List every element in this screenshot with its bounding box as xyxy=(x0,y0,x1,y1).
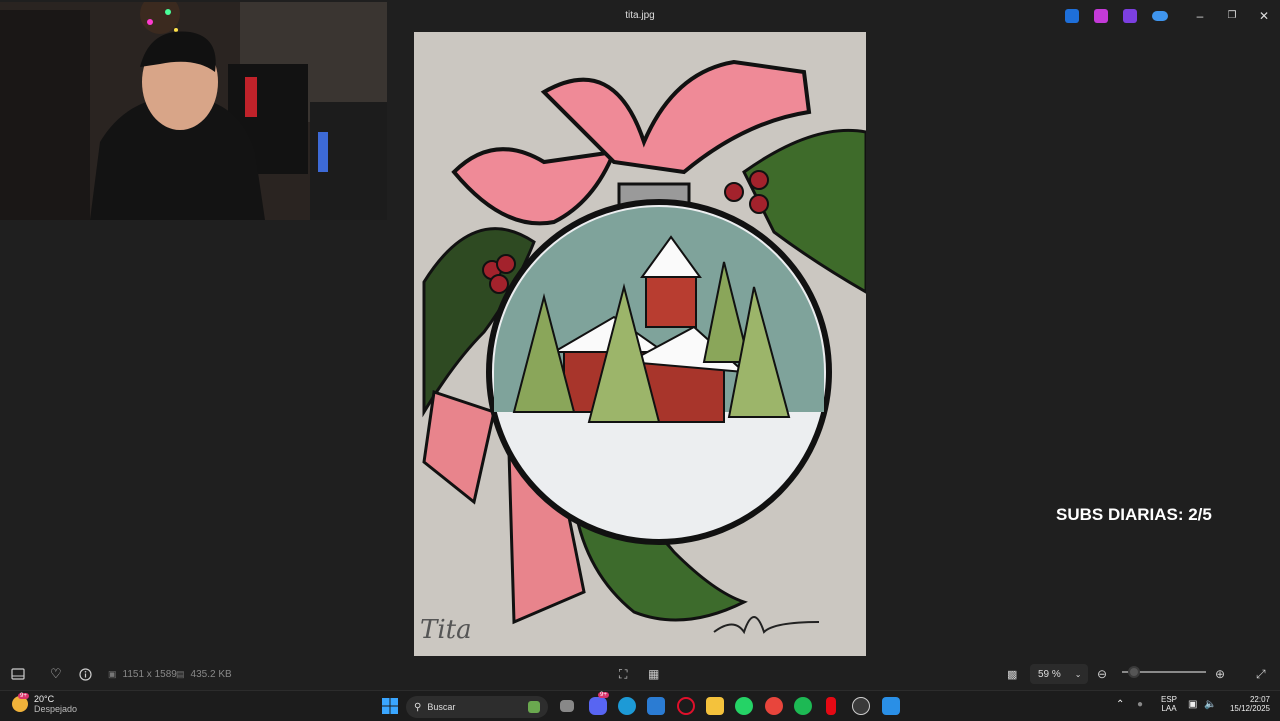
weather-condition: Despejado xyxy=(34,704,78,714)
edge-icon[interactable] xyxy=(618,697,636,715)
opera-icon[interactable] xyxy=(677,697,695,715)
snow-globe-illustration: Tita xyxy=(414,32,866,656)
netflix-icon[interactable] xyxy=(826,697,836,715)
webcam-scene xyxy=(0,2,387,220)
zoom-in-icon: ⊕ xyxy=(1215,667,1226,681)
fit-icon: ▩ xyxy=(1007,668,1018,681)
scan-icon: ▦ xyxy=(648,667,660,681)
search-highlight-icon xyxy=(528,701,540,713)
zoom-out-button[interactable]: ⊖ xyxy=(1097,666,1107,682)
dimensions-icon: ▣ xyxy=(108,668,117,679)
keyboard-layout: LAA xyxy=(1161,704,1177,713)
photos-app-icon[interactable] xyxy=(882,697,900,715)
dimensions-info: ▣ 1151 x 1589 xyxy=(108,666,177,682)
visual-search-button[interactable]: ▦ xyxy=(648,666,659,682)
clock-date: 15/12/2025 xyxy=(1229,704,1270,713)
zoom-slider-thumb[interactable] xyxy=(1127,666,1140,678)
language-code: ESP xyxy=(1161,695,1178,704)
zoom-dropdown[interactable]: 59 % ⌄ xyxy=(1030,664,1088,684)
editor-app-icon[interactable] xyxy=(1065,9,1079,23)
taskbar-search[interactable]: ⚲ Buscar xyxy=(406,696,548,718)
task-view-icon[interactable] xyxy=(560,700,574,712)
expand-icon: ⤢ xyxy=(1256,666,1266,681)
obs-icon[interactable] xyxy=(852,697,870,715)
minimize-button[interactable]: – xyxy=(1186,6,1214,26)
artwork-image[interactable]: Tita xyxy=(414,32,866,656)
fullscreen-button[interactable]: ⤢ xyxy=(1256,666,1266,682)
file-size: 435.2 KB xyxy=(190,668,232,680)
filmstrip-button[interactable] xyxy=(11,666,25,682)
info-button[interactable] xyxy=(79,666,92,682)
filmstrip-icon xyxy=(11,668,25,680)
discord-icon[interactable]: 9+ xyxy=(589,692,609,715)
crop-button[interactable]: ⛶ xyxy=(619,666,627,682)
photo-toolbar: ♡ ▣ 1151 x 1589 ▤ 435.2 KB ⛶ ▦ ▩ xyxy=(0,660,1280,688)
info-icon xyxy=(79,667,92,681)
favorite-button[interactable]: ♡ xyxy=(50,666,62,682)
zoom-value: 59 % xyxy=(1038,668,1061,680)
volume-icon[interactable]: 🔈 xyxy=(1204,699,1216,710)
onedrive-icon[interactable] xyxy=(1152,11,1168,21)
signature-tita: Tita xyxy=(420,615,472,645)
clock-time: 22:07 xyxy=(1249,695,1270,704)
restore-button[interactable]: ❐ xyxy=(1218,6,1246,26)
zoom-out-icon: ⊖ xyxy=(1097,667,1108,681)
close-button[interactable]: ✕ xyxy=(1250,6,1278,26)
search-placeholder: Buscar xyxy=(427,702,456,712)
whatsapp-icon[interactable] xyxy=(735,697,753,715)
chrome-icon[interactable] xyxy=(765,697,783,715)
fit-button[interactable]: ▩ xyxy=(1007,666,1017,682)
network-icon[interactable]: ▣ xyxy=(1188,699,1197,710)
clock[interactable]: 22:07 15/12/2025 xyxy=(1226,695,1270,713)
search-icon: ⚲ xyxy=(414,701,422,713)
language-indicator[interactable]: ESP LAA xyxy=(1161,695,1177,713)
taskbar: 9+ 20°C Despejado ⚲ Buscar 9+ ⌃ ● ESP LA… xyxy=(0,690,1280,721)
zoom-in-button[interactable]: ⊕ xyxy=(1215,666,1225,682)
spotify-icon[interactable] xyxy=(794,697,812,715)
start-button[interactable] xyxy=(381,697,399,715)
file-explorer-icon[interactable] xyxy=(706,697,724,715)
image-dimensions: 1151 x 1589 xyxy=(122,668,177,680)
show-hidden-icons[interactable]: ⌃ xyxy=(1116,699,1124,710)
microphone-icon[interactable]: ● xyxy=(1137,699,1143,710)
weather-temp: 20°C xyxy=(34,694,55,704)
chevron-down-icon: ⌄ xyxy=(1074,669,1082,679)
filesize-info: ▤ 435.2 KB xyxy=(176,666,232,682)
webcam-feed xyxy=(0,2,387,220)
weather-badge: 9+ xyxy=(18,693,29,699)
windows-icon xyxy=(382,698,398,714)
heart-icon: ♡ xyxy=(50,666,62,681)
discord-badge: 9+ xyxy=(598,692,609,698)
weather-widget[interactable]: 9+ 20°C Despejado xyxy=(12,693,78,714)
weather-moon-icon: 9+ xyxy=(12,693,29,712)
subs-counter-overlay: SUBS DIARIAS: 2/5 xyxy=(1056,505,1212,524)
clipchamp-app-icon[interactable] xyxy=(1123,9,1137,23)
designer-app-icon[interactable] xyxy=(1094,9,1108,23)
crop-icon: ⛶ xyxy=(619,666,628,681)
file-icon: ▤ xyxy=(176,668,185,679)
store-icon[interactable] xyxy=(647,697,665,715)
